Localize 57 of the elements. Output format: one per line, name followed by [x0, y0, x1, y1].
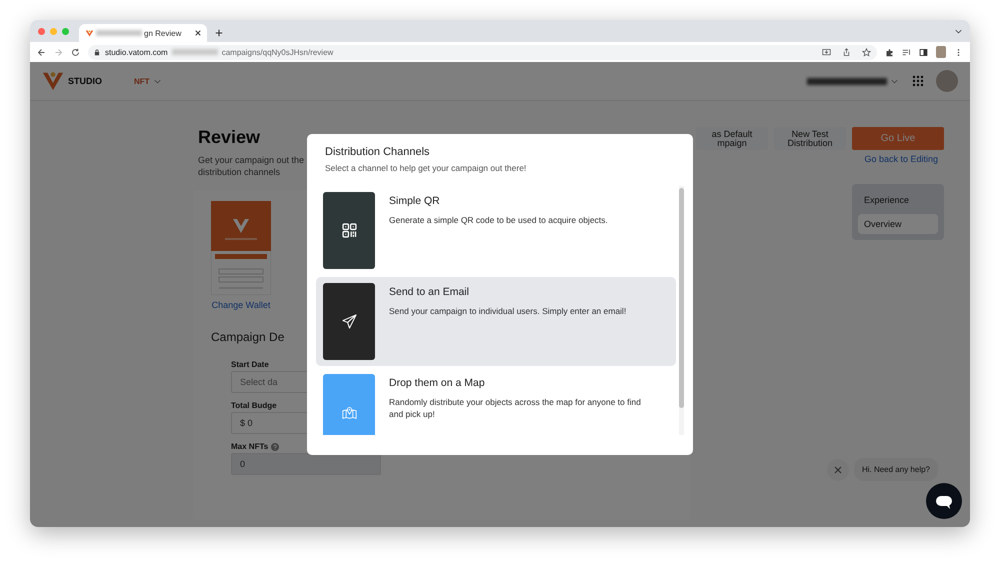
channel-title: Simple QR — [389, 195, 441, 207]
apps-grid-icon[interactable] — [912, 75, 924, 87]
side-panel-icon[interactable] — [919, 48, 928, 56]
channel-title: Drop them on a Map — [389, 377, 486, 389]
field-label: Total Budge — [231, 401, 277, 410]
channel-option[interactable]: Send to an Email Send your campaign to individual users. Simply enter an email! — [316, 277, 676, 366]
logo-icon — [42, 70, 64, 92]
field-label: Max NFTs — [231, 442, 268, 451]
page-subtitle: Get your campaign out the — [198, 154, 304, 166]
nft-menu[interactable]: NFT — [134, 76, 161, 86]
nav-item[interactable]: Experience — [858, 190, 938, 210]
browser-tab[interactable]: gn Review — [79, 24, 207, 42]
channel-title: Send to an Email — [389, 286, 470, 298]
channel-description: Send your campaign to individual users. Simply enter an email! — [389, 305, 628, 317]
back-to-editing-link[interactable]: Go back to Editing — [864, 154, 938, 164]
field-label: Start Date — [231, 360, 269, 369]
close-button[interactable] — [826, 458, 849, 480]
back-icon[interactable] — [37, 48, 46, 56]
url-host: studio.vatom.com — [105, 48, 168, 56]
paper-plane-icon — [342, 314, 356, 329]
logo-icon — [85, 28, 94, 38]
puzzle-icon[interactable] — [885, 48, 894, 56]
install-icon[interactable] — [822, 48, 831, 56]
action-button[interactable]: as Default mpaign — [696, 127, 768, 150]
star-icon[interactable] — [862, 48, 871, 56]
chat-greeting: Hi. Need any help? — [854, 458, 938, 481]
action-button[interactable]: New Test Distribution — [774, 127, 846, 150]
redacted-text — [172, 49, 218, 55]
dialog-title: Distribution Channels — [324, 146, 431, 158]
chevron-down-icon[interactable] — [955, 28, 962, 34]
tab-title: gn Review — [144, 28, 182, 38]
address-bar[interactable]: studio.vatom.com campaigns/qqNy0sJHsn/review — [88, 44, 877, 60]
change-wallet-link[interactable]: Change Wallet — [212, 300, 270, 310]
reload-icon[interactable] — [71, 48, 80, 56]
redacted-text — [96, 30, 142, 36]
new-tab-icon[interactable] — [215, 29, 223, 37]
chat-button[interactable] — [926, 483, 962, 519]
chevron-down-icon — [154, 78, 161, 84]
page-title: Review — [197, 127, 262, 148]
share-icon[interactable] — [842, 48, 851, 56]
close-icon — [834, 466, 842, 474]
channel-description: Generate a simple QR code to be used to acquire objects. — [389, 214, 609, 226]
close-icon[interactable] — [195, 30, 201, 36]
logo-text: STUDIO — [68, 76, 102, 86]
nav-item[interactable]: Overview — [858, 214, 938, 234]
url-path: campaigns/qqNy0sJHsn/review — [222, 48, 334, 56]
lock-icon — [94, 48, 100, 56]
playlist-icon[interactable] — [902, 48, 911, 56]
scrollbar[interactable] — [679, 186, 684, 435]
section-heading: Campaign De — [211, 330, 286, 344]
dialog-subtitle: Select a channel to help get your campaign out there! — [324, 163, 528, 173]
channel-description: Randomly distribute your objects across the map for anyone to find and pick up! — [389, 396, 642, 420]
page-subtitle: distribution channels — [198, 166, 280, 178]
channel-option[interactable]: Simple QR Generate a simple QR code to be used to acquire objects. — [316, 186, 676, 275]
go-live-button[interactable]: Go Live — [852, 127, 944, 150]
map-pin-icon — [342, 405, 356, 420]
qr-code-icon — [342, 223, 356, 238]
